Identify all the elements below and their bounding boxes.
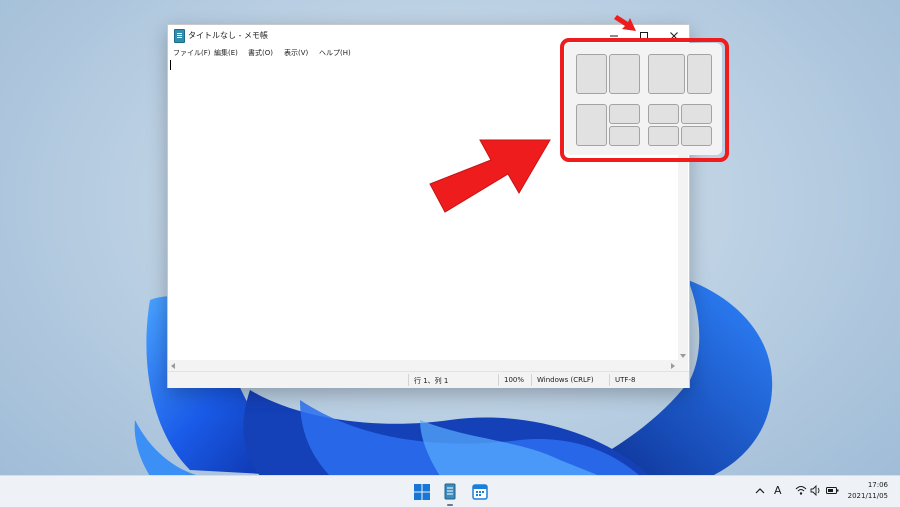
notepad-icon[interactable] xyxy=(441,483,459,501)
wifi-icon[interactable] xyxy=(795,485,807,496)
chevron-up-icon[interactable] xyxy=(755,487,765,495)
scroll-down-icon[interactable] xyxy=(680,354,686,358)
status-cursor-position: 行 1、列 1 xyxy=(414,377,449,385)
menu-view[interactable]: 表示(V) xyxy=(284,48,308,58)
scroll-right-icon[interactable] xyxy=(671,363,675,369)
menu-help[interactable]: ヘルプ(H) xyxy=(319,48,351,58)
status-zoom: 100% xyxy=(504,376,525,384)
status-encoding: UTF-8 xyxy=(615,376,636,384)
horizontal-scrollbar[interactable] xyxy=(168,360,678,371)
system-clock[interactable]: 17:06 2021/11/05 xyxy=(848,480,888,502)
windows-start-icon[interactable] xyxy=(413,483,431,501)
status-line-ending: Windows (CRLF) xyxy=(537,376,594,384)
menu-edit[interactable]: 編集(E) xyxy=(214,48,238,58)
clock-time: 17:06 xyxy=(867,481,888,489)
scroll-left-icon[interactable] xyxy=(171,363,175,369)
text-caret xyxy=(170,60,171,70)
volume-icon[interactable] xyxy=(810,485,822,496)
scrollbar-corner xyxy=(678,360,688,371)
status-separator xyxy=(408,374,409,386)
menu-format[interactable]: 書式(O) xyxy=(248,48,273,58)
status-separator xyxy=(609,374,610,386)
calendar-icon[interactable] xyxy=(471,483,489,501)
status-bar: 行 1、列 1 100% Windows (CRLF) UTF-8 xyxy=(168,371,689,388)
menu-file[interactable]: ファイル(F) xyxy=(173,48,211,58)
status-separator xyxy=(498,374,499,386)
notepad-app-icon xyxy=(174,29,185,43)
battery-icon[interactable] xyxy=(826,486,839,495)
taskbar: A 17:06 2021/11/05 xyxy=(0,475,900,507)
window-title: タイトルなし - メモ帳 xyxy=(188,31,268,40)
ime-indicator[interactable]: A xyxy=(774,485,782,497)
clock-date: 2021/11/05 xyxy=(847,492,888,500)
status-separator xyxy=(531,374,532,386)
highlight-frame xyxy=(560,38,729,162)
